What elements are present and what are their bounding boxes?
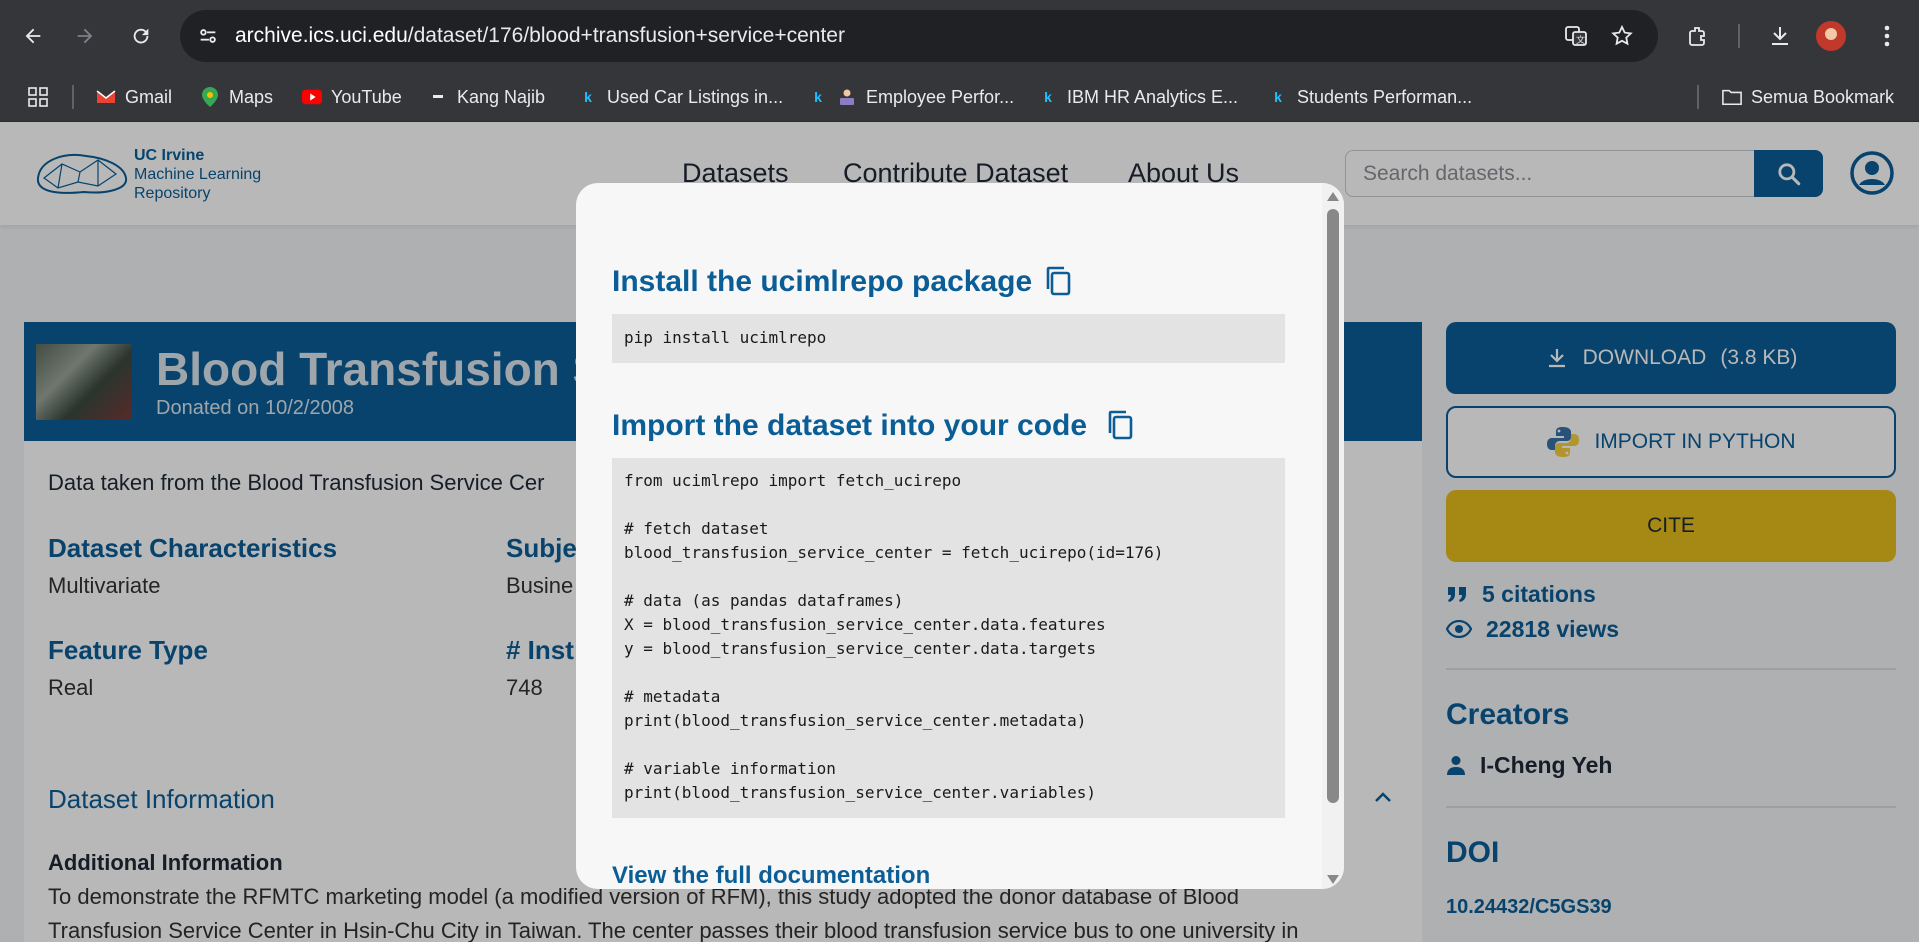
copy-icon[interactable] [1044, 265, 1072, 297]
all-bookmarks-folder[interactable]: Semua Bookmark [1722, 84, 1894, 110]
code-line: # data (as pandas dataframes) [624, 591, 904, 610]
bookmark-ibm-hr[interactable]: k IBM HR Analytics E... [1038, 84, 1238, 110]
code-line: X = blood_transfusion_service_center.dat… [624, 615, 1106, 634]
bookmark-maps[interactable]: Maps [200, 84, 273, 110]
kaggle-icon: k [814, 89, 822, 105]
forward-arrow-icon [77, 28, 93, 44]
scroll-up-arrow-icon[interactable] [1326, 189, 1340, 201]
code-line: from ucimlrepo import fetch_ucirepo [624, 471, 962, 490]
maps-icon [200, 87, 220, 107]
browser-menu-icon[interactable] [1869, 18, 1905, 54]
bookmark-employee[interactable]: k Employee Perfor... [808, 84, 1014, 110]
kaggle-icon: k [1274, 89, 1282, 105]
bookmark-kang-najib[interactable]: Kang Najib [428, 84, 545, 110]
dash-icon [428, 87, 448, 107]
toolbar-divider [1738, 24, 1740, 48]
code-line: print(blood_transfusion_service_center.v… [624, 783, 1097, 802]
url-text: archive.ics.uci.edu/dataset/176/blood+tr… [235, 24, 845, 47]
svg-text:文: 文 [1576, 34, 1585, 46]
code-line: # metadata [624, 687, 721, 706]
bookmark-gmail[interactable]: Gmail [96, 84, 172, 110]
code-line: # variable information [624, 759, 836, 778]
avatar [1816, 21, 1846, 51]
import-python-modal: Install the ucimlrepo package pip instal… [576, 183, 1344, 889]
reload-icon [133, 28, 149, 44]
gmail-icon [96, 87, 116, 107]
back-arrow-icon [25, 28, 41, 44]
forward-button[interactable] [67, 18, 103, 54]
bookmarks-bar: Gmail Maps YouTube Kang Najib k Used Car… [0, 72, 1919, 122]
bookmarks-divider [72, 85, 74, 109]
youtube-icon [302, 87, 322, 107]
install-code-block[interactable]: pip install ucimlrepo [612, 314, 1285, 363]
full-documentation-link[interactable]: View the full documentation [612, 862, 930, 889]
code-line: y = blood_transfusion_service_center.dat… [624, 639, 1097, 658]
bookmark-students[interactable]: k Students Performan... [1268, 84, 1472, 110]
scrollbar-thumb[interactable] [1327, 209, 1339, 803]
person-laptop-icon [837, 87, 857, 107]
address-bar[interactable]: archive.ics.uci.edu/dataset/176/blood+tr… [180, 10, 1658, 62]
bookmark-star-icon[interactable] [1608, 22, 1636, 50]
copy-icon[interactable] [1106, 409, 1134, 441]
kaggle-icon: k [584, 89, 592, 105]
import-dataset-title: Import the dataset into your code [612, 409, 1088, 442]
kaggle-icon: k [1044, 89, 1052, 105]
code-line: blood_transfusion_service_center = fetch… [624, 543, 1164, 562]
code-line: # fetch dataset [624, 519, 769, 538]
reload-button[interactable] [123, 18, 159, 54]
downloads-icon[interactable] [1762, 18, 1798, 54]
site-info-icon[interactable] [194, 22, 222, 50]
apps-grid-icon[interactable] [28, 84, 48, 110]
page-content: UC Irvine Machine Learning Repository Da… [0, 122, 1919, 942]
browser-toolbar: archive.ics.uci.edu/dataset/176/blood+tr… [0, 0, 1919, 72]
bookmark-used-car[interactable]: k Used Car Listings in... [578, 84, 783, 110]
code-line: pip install ucimlrepo [624, 328, 827, 347]
code-line: print(blood_transfusion_service_center.m… [624, 711, 1087, 730]
install-package-title: Install the ucimlrepo package [612, 265, 1033, 298]
profile-avatar[interactable] [1813, 18, 1849, 54]
back-button[interactable] [15, 18, 51, 54]
translate-icon[interactable]: 文 [1562, 22, 1590, 50]
extensions-icon[interactable] [1680, 18, 1716, 54]
folder-icon [1722, 87, 1742, 107]
bookmark-youtube[interactable]: YouTube [302, 84, 402, 110]
import-code-block[interactable]: from ucimlrepo import fetch_ucirepo # fe… [612, 458, 1285, 818]
bookmarks-divider [1697, 85, 1699, 109]
scroll-down-arrow-icon[interactable] [1326, 873, 1340, 885]
